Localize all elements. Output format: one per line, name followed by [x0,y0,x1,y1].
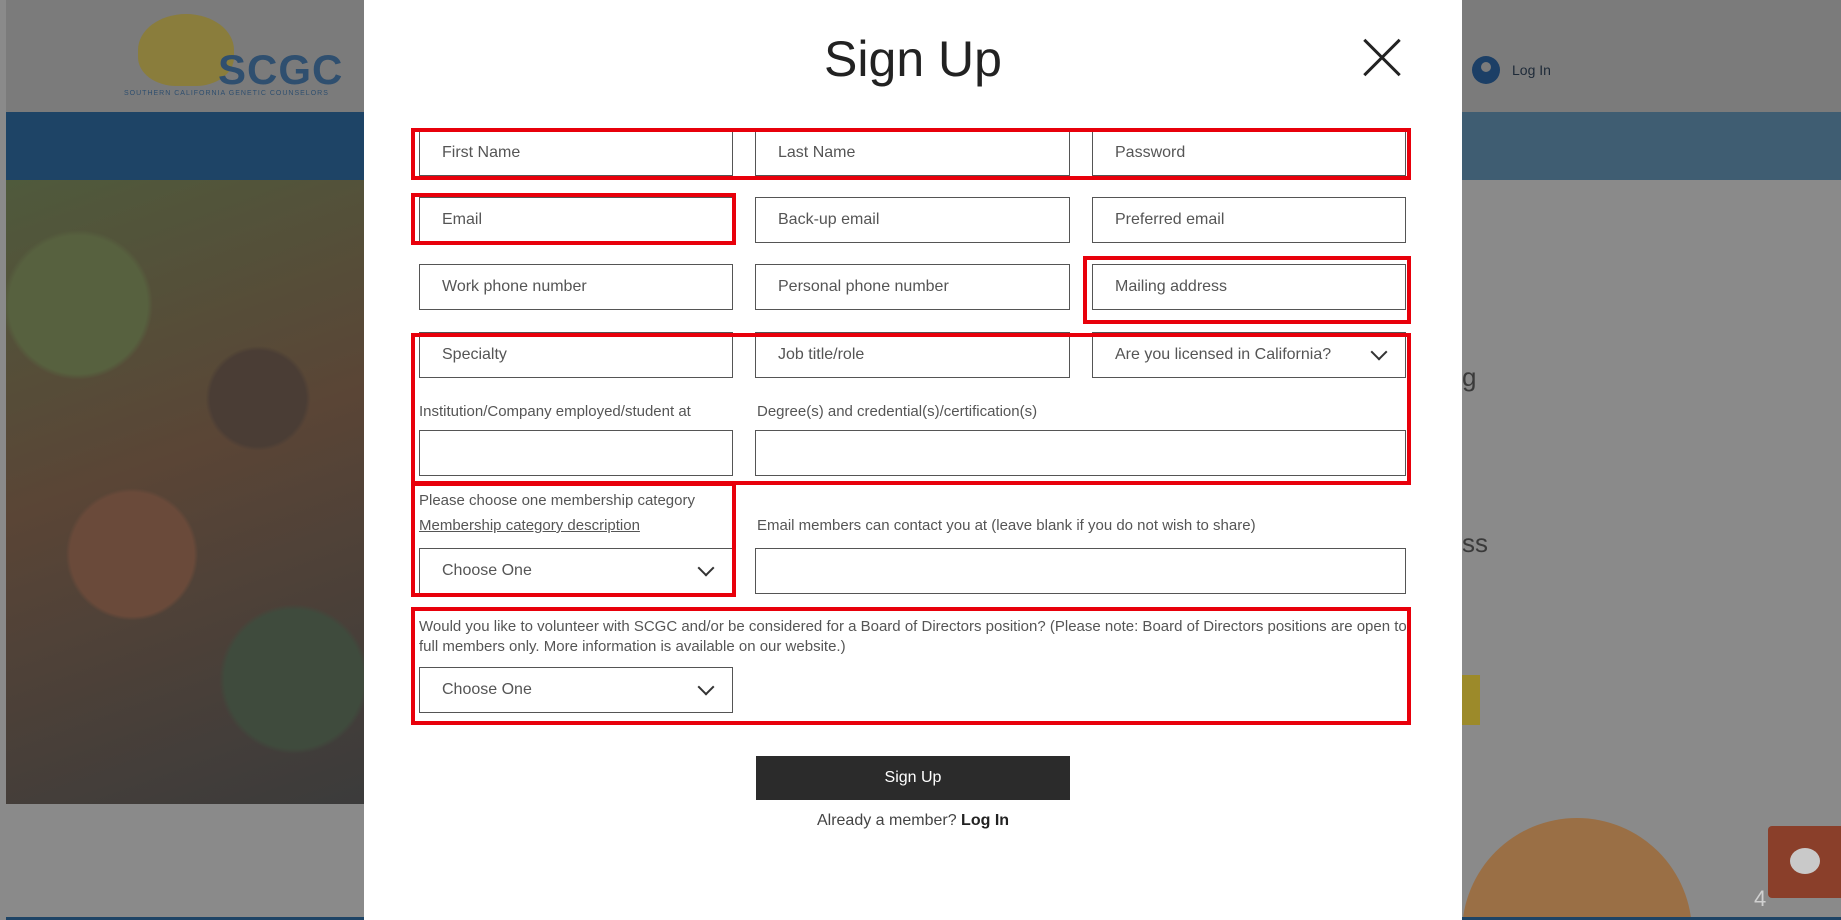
contact-email-field[interactable] [755,548,1406,594]
close-icon[interactable] [1361,38,1401,78]
group-photo [6,180,366,804]
volunteer-label: Would you like to volunteer with SCGC an… [419,618,1407,655]
chevron-down-icon [1370,343,1388,361]
membership-category-value: Choose One [442,562,532,579]
decorative-circle [1462,818,1692,920]
backup-email-input[interactable] [778,211,1069,229]
modal-title: Sign Up [824,31,1002,87]
logo-text: SCGC [218,46,344,93]
background-text-fragment: g [1462,362,1477,392]
work-phone-field[interactable] [419,264,733,310]
contact-email-input[interactable] [778,562,1405,580]
licensed-california-select[interactable]: Are you licensed in California? [1092,332,1406,378]
header-login[interactable]: Log In [1472,56,1551,84]
contact-email-label: Email members can contact you at (leave … [757,517,1256,534]
last-name-input[interactable] [778,144,1069,162]
institution-input[interactable] [442,444,732,462]
mailing-address-input[interactable] [1115,278,1405,296]
already-member-label: Already a member? [816,812,957,829]
job-title-field[interactable] [755,332,1070,378]
chat-button[interactable] [1768,826,1841,898]
email-input[interactable] [442,211,732,229]
degree-input[interactable] [778,444,1405,462]
mailing-address-field[interactable] [1092,264,1406,310]
membership-description-link[interactable]: Membership category description [419,517,640,534]
log-in-link[interactable]: Log In [961,812,1009,829]
volunteer-value: Choose One [442,681,532,698]
work-phone-input[interactable] [442,278,732,296]
chevron-down-icon [697,559,715,577]
personal-phone-input[interactable] [778,278,1069,296]
degree-field[interactable] [755,430,1406,476]
institution-field[interactable] [419,430,733,476]
chevron-down-icon [697,678,715,696]
first-name-field[interactable] [419,130,733,176]
password-field[interactable] [1092,130,1406,176]
site-logo[interactable]: SCGC SOUTHERN CALIFORNIA GENETIC COUNSEL… [118,12,348,102]
degree-label: Degree(s) and credential(s)/certificatio… [757,403,1038,420]
membership-category-select[interactable]: Choose One [419,548,733,594]
membership-label: Please choose one membership category [419,492,695,509]
specialty-field[interactable] [419,332,733,378]
nav-banner-image [1462,112,1841,180]
chat-bubble-icon [1790,848,1820,874]
already-member-text: Already a member? Log In [364,812,1462,830]
logo-subtitle: SOUTHERN CALIFORNIA GENETIC COUNSELORS [124,90,329,97]
last-name-field[interactable] [755,130,1070,176]
background-text-fragment: ss [1462,528,1488,558]
licensed-california-value: Are you licensed in California? [1115,346,1332,363]
institution-label: Institution/Company employed/student at [419,403,691,420]
page-number: 4 [1754,886,1767,911]
sign-up-button[interactable]: Sign Up [756,756,1070,800]
preferred-email-input[interactable] [1115,211,1405,229]
signup-modal: Sign Up Are you licensed in California? [364,0,1462,920]
job-title-input[interactable] [778,346,1069,364]
password-input[interactable] [1115,144,1405,162]
header-login-label: Log In [1512,62,1551,78]
preferred-email-field[interactable] [1092,197,1406,243]
personal-phone-field[interactable] [755,264,1070,310]
backup-email-field[interactable] [755,197,1070,243]
specialty-input[interactable] [442,346,732,364]
volunteer-select[interactable]: Choose One [419,667,733,713]
background-button [1462,675,1480,725]
user-avatar-icon [1472,56,1500,84]
email-field[interactable] [419,197,733,243]
first-name-input[interactable] [442,144,732,162]
